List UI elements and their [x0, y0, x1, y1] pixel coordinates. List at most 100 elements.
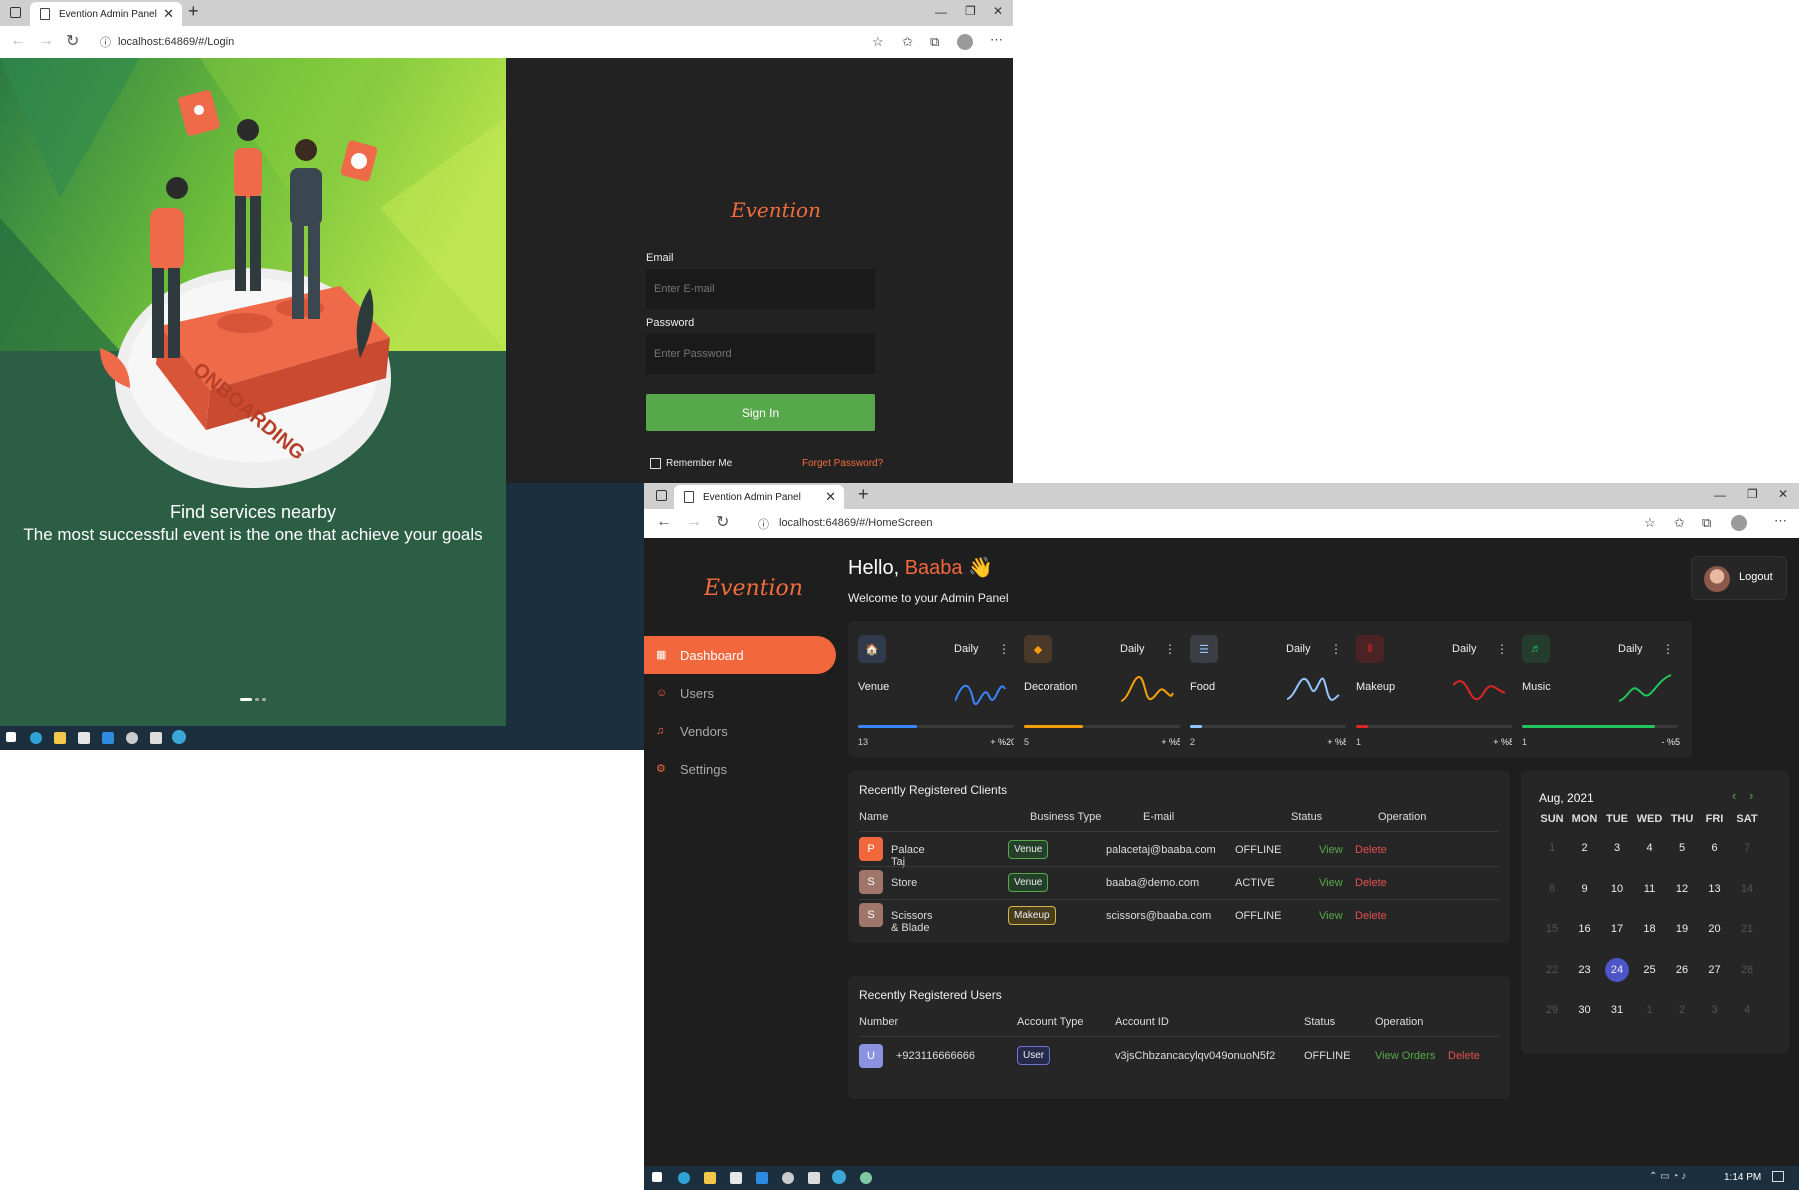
restore-icon[interactable]: ❐ — [965, 4, 976, 18]
minimize-icon[interactable]: — — [1714, 488, 1726, 502]
windows-start-icon[interactable] — [652, 1172, 662, 1182]
minimize-icon[interactable]: — — [935, 5, 947, 19]
collections-icon[interactable]: ⧉ — [930, 34, 939, 50]
view-orders-link[interactable]: View Orders — [1375, 1050, 1435, 1062]
edge-icon[interactable] — [678, 1172, 690, 1184]
restore-icon[interactable]: ❐ — [1747, 487, 1758, 501]
category-card[interactable]: ♬ Daily ⋮ Music 1 - %5 — [1512, 621, 1692, 757]
calendar-day[interactable]: 18 — [1638, 917, 1662, 941]
edge-icon[interactable] — [30, 732, 42, 744]
calendar-day[interactable]: 17 — [1605, 917, 1629, 941]
close-tab-icon[interactable]: ✕ — [825, 489, 836, 505]
next-month-icon[interactable]: › — [1749, 788, 1753, 803]
edge-active-icon[interactable] — [832, 1170, 846, 1184]
prev-month-icon[interactable]: ‹ — [1732, 788, 1736, 803]
delete-link[interactable]: Delete — [1355, 844, 1387, 856]
kebab-menu-icon[interactable]: ⋮ — [1164, 642, 1176, 656]
sidebar-item-users[interactable]: ☺ Users — [644, 674, 836, 712]
vscode-icon[interactable] — [756, 1172, 768, 1184]
settings-app-icon[interactable] — [126, 732, 138, 744]
calendar-day[interactable]: 22 — [1540, 958, 1564, 982]
sidebar-item-settings[interactable]: ⚙ Settings — [644, 750, 836, 788]
view-link[interactable]: View — [1319, 844, 1343, 856]
add-favorite-icon[interactable]: ☆ — [1644, 515, 1656, 531]
login-browser-tab[interactable]: Evention Admin Panel ✕ — [30, 2, 182, 26]
windows-start-icon[interactable] — [6, 732, 16, 742]
password-field[interactable] — [646, 334, 875, 374]
tab-actions-icon[interactable] — [656, 490, 667, 501]
notifications-icon[interactable] — [1772, 1171, 1784, 1182]
favorites-icon[interactable]: ✩ — [902, 34, 913, 50]
more-menu-icon[interactable]: ⋯ — [1774, 513, 1787, 529]
refresh-icon[interactable]: ↻ — [716, 512, 729, 532]
calendar-day[interactable]: 2 — [1670, 998, 1694, 1022]
forward-icon[interactable]: → — [686, 513, 702, 531]
calendar-day[interactable]: 11 — [1638, 877, 1662, 901]
view-link[interactable]: View — [1319, 910, 1343, 922]
calendar-day[interactable]: 31 — [1605, 998, 1629, 1022]
url-field[interactable]: localhost:64869/#/Login — [118, 36, 234, 48]
profile-avatar[interactable] — [1731, 515, 1747, 531]
calendar-day[interactable]: 19 — [1670, 917, 1694, 941]
category-card[interactable]: ◆ Daily ⋮ Decoration 5 + %5 — [1014, 621, 1194, 757]
new-tab-icon[interactable]: + — [858, 484, 869, 505]
calendar-day[interactable]: 16 — [1573, 917, 1597, 941]
dashboard-browser-tab[interactable]: Evention Admin Panel ✕ — [674, 485, 844, 509]
kebab-menu-icon[interactable]: ⋮ — [1330, 642, 1342, 656]
delete-link[interactable]: Delete — [1355, 877, 1387, 889]
calendar-day[interactable]: 27 — [1703, 958, 1727, 982]
category-card[interactable]: ⫴ Daily ⋮ Makeup 1 + %8 — [1346, 621, 1526, 757]
store-icon[interactable] — [730, 1172, 742, 1184]
calendar-day[interactable]: 29 — [1540, 998, 1564, 1022]
kebab-menu-icon[interactable]: ⋮ — [1662, 642, 1674, 656]
sidebar-item-dashboard[interactable]: ▦ Dashboard — [644, 636, 836, 674]
calendar-day[interactable]: 6 — [1703, 836, 1727, 860]
calendar-day[interactable]: 26 — [1670, 958, 1694, 982]
url-field[interactable]: localhost:64869/#/HomeScreen — [779, 517, 932, 529]
calendar-day[interactable]: 12 — [1670, 877, 1694, 901]
calendar-day[interactable]: 15 — [1540, 917, 1564, 941]
calendar-day[interactable]: 20 — [1703, 917, 1727, 941]
calendar-day[interactable]: 8 — [1540, 877, 1564, 901]
more-menu-icon[interactable]: ⋯ — [990, 32, 1003, 48]
calendar-day[interactable]: 25 — [1638, 958, 1662, 982]
back-icon[interactable]: ← — [656, 513, 672, 531]
profile-avatar[interactable] — [957, 34, 973, 50]
close-window-icon[interactable]: ✕ — [993, 4, 1003, 18]
calendar-day[interactable]: 10 — [1605, 877, 1629, 901]
close-tab-icon[interactable]: ✕ — [163, 6, 174, 22]
shield-app-icon[interactable] — [150, 732, 162, 744]
calendar-day[interactable]: 4 — [1735, 998, 1759, 1022]
sidebar-item-vendors[interactable]: ♫ Vendors — [644, 712, 836, 750]
delete-link[interactable]: Delete — [1355, 910, 1387, 922]
vscode-icon[interactable] — [102, 732, 114, 744]
forgot-password-link[interactable]: Forget Password? — [802, 458, 883, 469]
collections-icon[interactable]: ⧉ — [1702, 515, 1711, 531]
calendar-day[interactable]: 23 — [1573, 958, 1597, 982]
explorer-icon[interactable] — [54, 732, 66, 744]
calendar-day[interactable]: 13 — [1703, 877, 1727, 901]
calendar-day[interactable]: 3 — [1605, 836, 1629, 860]
settings-app-icon[interactable] — [782, 1172, 794, 1184]
calendar-day[interactable]: 24 — [1605, 957, 1629, 982]
calendar-day[interactable]: 9 — [1573, 877, 1597, 901]
new-tab-icon[interactable]: + — [188, 1, 199, 22]
calendar-day[interactable]: 28 — [1735, 958, 1759, 982]
system-tray-icons[interactable]: ⌃ ▭ ◔ ♪ — [1649, 1171, 1686, 1182]
calendar-day[interactable]: 4 — [1638, 836, 1662, 860]
kebab-menu-icon[interactable]: ⋮ — [1496, 642, 1508, 656]
category-card[interactable]: ☰ Daily ⋮ Food 2 + %8 — [1180, 621, 1360, 757]
calendar-day[interactable]: 2 — [1573, 836, 1597, 860]
close-window-icon[interactable]: ✕ — [1778, 487, 1788, 501]
calendar-day[interactable]: 30 — [1573, 998, 1597, 1022]
calendar-day[interactable]: 5 — [1670, 836, 1694, 860]
calendar-day[interactable]: 1 — [1638, 998, 1662, 1022]
calendar-day[interactable]: 1 — [1540, 836, 1564, 860]
shield-app-icon[interactable] — [808, 1172, 820, 1184]
delete-link[interactable]: Delete — [1448, 1050, 1480, 1062]
email-field[interactable] — [646, 269, 875, 309]
add-favorite-icon[interactable]: ☆ — [872, 34, 884, 50]
favorites-icon[interactable]: ✩ — [1674, 515, 1685, 531]
back-icon[interactable]: ← — [10, 32, 26, 50]
remember-me-checkbox[interactable] — [650, 458, 661, 469]
